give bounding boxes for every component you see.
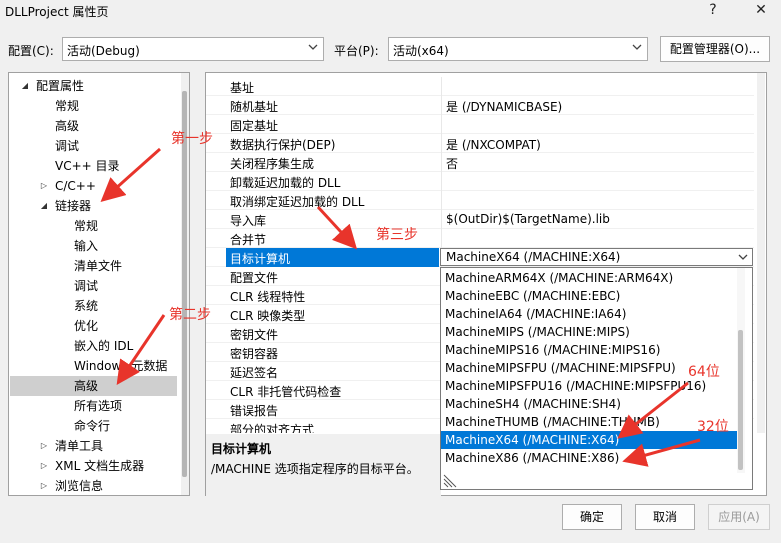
arrow-64bit <box>617 381 689 439</box>
annotation-arrows <box>100 147 701 467</box>
arrow-32bit <box>622 438 701 467</box>
arrow-step2 <box>116 314 166 385</box>
arrow-step1 <box>100 147 161 202</box>
arrow-step3 <box>316 205 358 250</box>
